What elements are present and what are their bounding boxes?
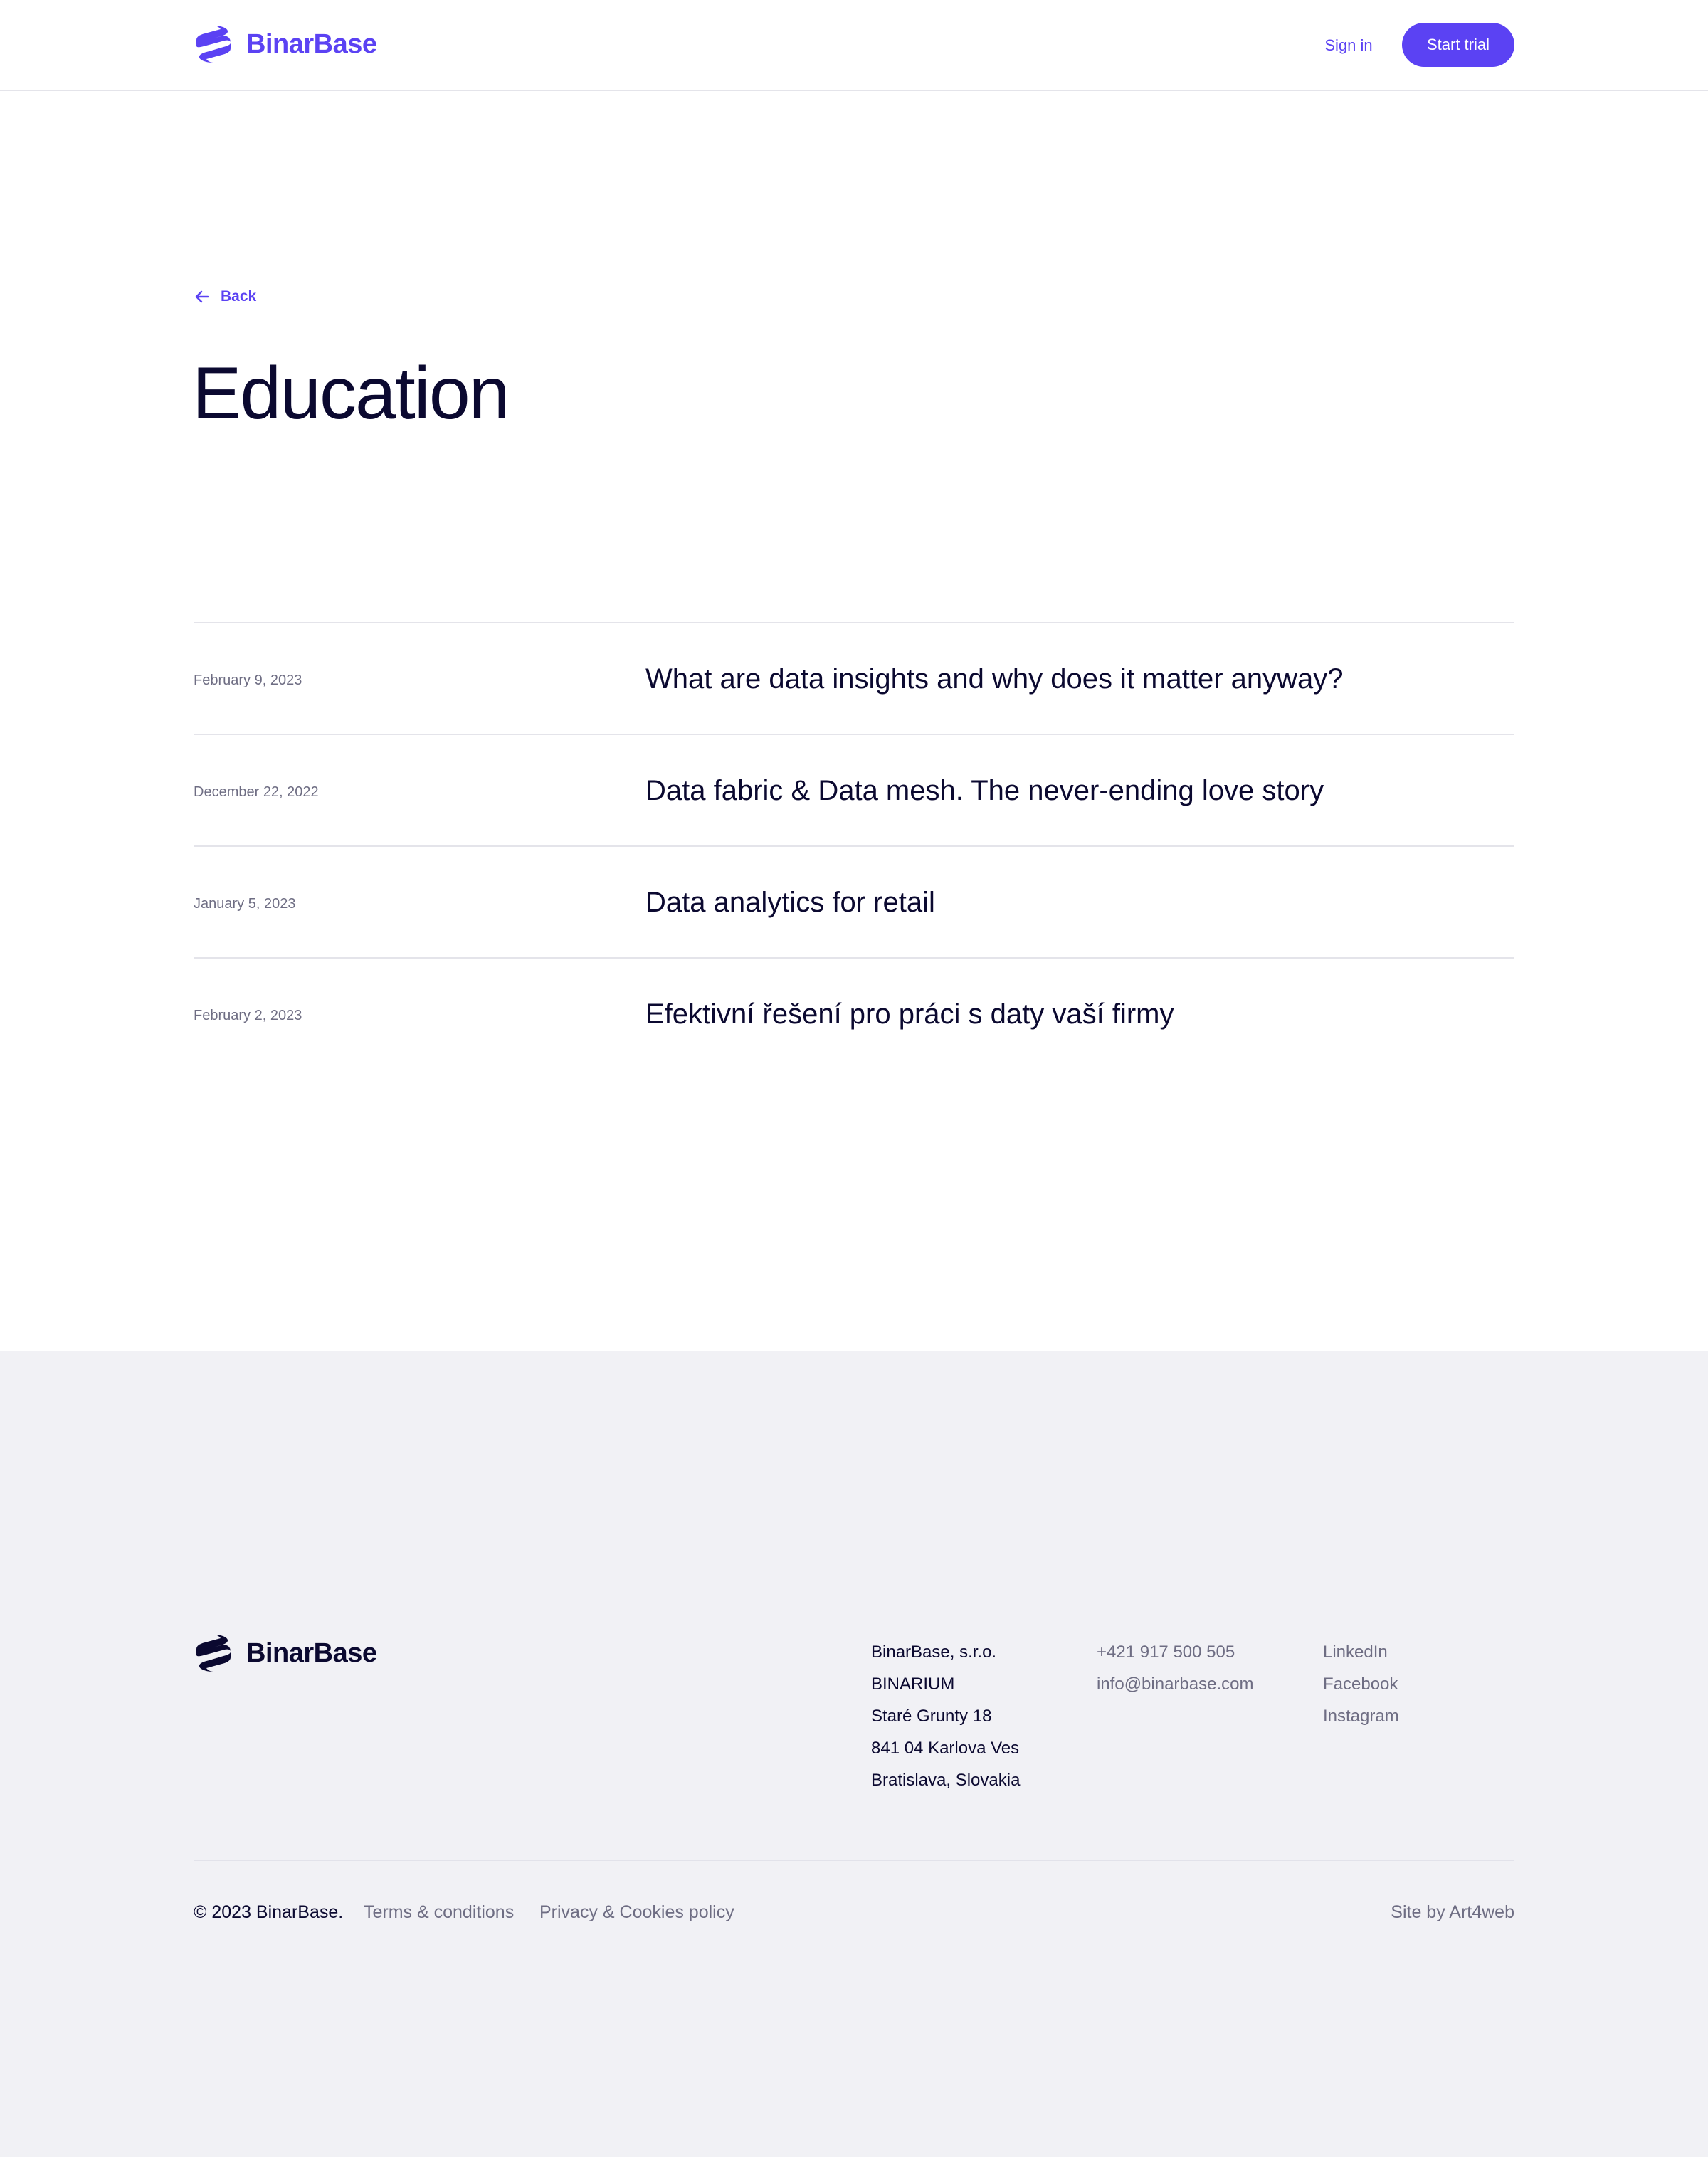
footer-divider [194, 1860, 1514, 1861]
article-row[interactable]: February 9, 2023 What are data insights … [194, 622, 1514, 734]
page-title: Education [192, 352, 510, 435]
address-line: Staré Grunty 18 [871, 1707, 992, 1726]
address-line: BinarBase, s.r.o. [871, 1642, 997, 1662]
copyright-text: © 2023 BinarBase. [194, 1902, 344, 1922]
article-date: December 22, 2022 [194, 784, 319, 800]
arrow-left-icon [195, 290, 209, 303]
footer-logo-wordmark: BinarBase [246, 1638, 377, 1668]
facebook-link[interactable]: Facebook [1323, 1668, 1399, 1700]
article-date: February 9, 2023 [194, 673, 302, 688]
article-row[interactable]: December 22, 2022 Data fabric & Data mes… [194, 734, 1514, 845]
back-link[interactable]: Back [194, 286, 256, 307]
article-title[interactable]: Data analytics for retail [645, 887, 935, 918]
instagram-link[interactable]: Instagram [1323, 1700, 1399, 1732]
logo-wordmark: BinarBase [246, 29, 377, 59]
site-header: BinarBase Sign in Start trial [0, 0, 1708, 91]
site-footer: BinarBase BinarBase, s.r.o. BINARIUM Sta… [0, 1351, 1708, 2157]
footer-bottom-bar: © 2023 BinarBase. Terms & conditions Pri… [194, 1901, 1514, 1924]
site-by-link[interactable]: Site by Art4web [1391, 1901, 1514, 1924]
binarbase-logo-icon [196, 1635, 231, 1672]
article-date: January 5, 2023 [194, 896, 296, 912]
email-link[interactable]: info@binarbase.com [1097, 1668, 1253, 1700]
linkedin-link[interactable]: LinkedIn [1323, 1636, 1399, 1668]
address-line: 841 04 Karlova Ves [871, 1739, 1020, 1758]
start-trial-button[interactable]: Start trial [1402, 23, 1514, 67]
binarbase-logo-icon [196, 26, 231, 63]
footer-logo[interactable]: BinarBase [194, 1633, 377, 1673]
article-title[interactable]: Data fabric & Data mesh. The never-endin… [645, 775, 1324, 806]
back-label: Back [221, 288, 257, 305]
footer-social: LinkedIn Facebook Instagram [1323, 1636, 1399, 1732]
article-title[interactable]: Efektivní řešení pro práci s daty vaší f… [645, 998, 1174, 1030]
footer-address: BinarBase, s.r.o. BINARIUM Staré Grunty … [871, 1636, 1020, 1796]
footer-contact: +421 917 500 505 info@binarbase.com [1097, 1636, 1253, 1700]
article-date: February 2, 2023 [194, 1008, 302, 1023]
article-title[interactable]: What are data insights and why does it m… [645, 663, 1344, 695]
header-logo[interactable]: BinarBase [194, 24, 377, 64]
phone-link[interactable]: +421 917 500 505 [1097, 1636, 1253, 1668]
article-row[interactable]: February 2, 2023 Efektivní řešení pro pr… [194, 957, 1514, 1069]
address-line: Bratislava, Slovakia [871, 1771, 1021, 1790]
sign-in-link[interactable]: Sign in [1317, 23, 1381, 68]
article-row[interactable]: January 5, 2023 Data analytics for retai… [194, 845, 1514, 957]
terms-link[interactable]: Terms & conditions [364, 1901, 514, 1924]
article-list: February 9, 2023 What are data insights … [194, 622, 1514, 1069]
privacy-policy-link[interactable]: Privacy & Cookies policy [539, 1901, 734, 1924]
address-line: BINARIUM [871, 1675, 955, 1694]
